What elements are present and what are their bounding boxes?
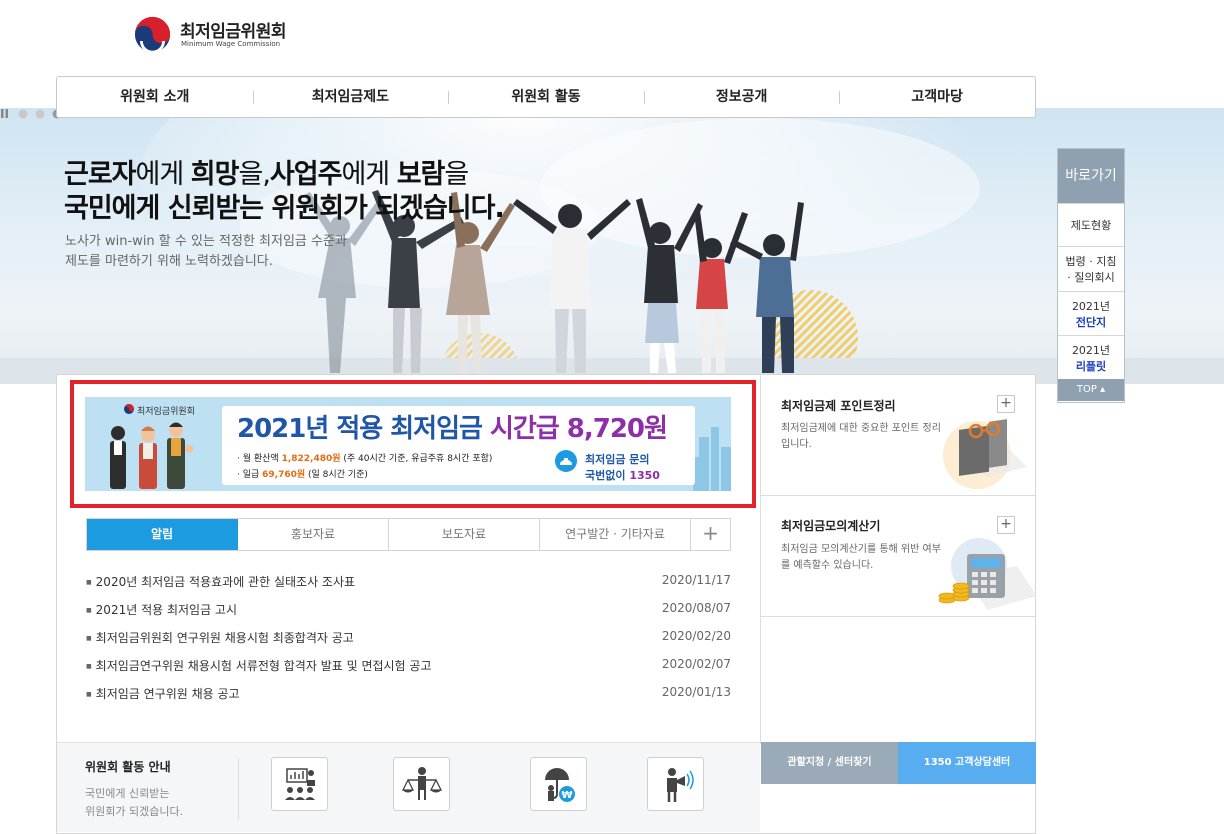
hero-slider: 근로자에게 희망을,사업주에게 보람을 국민에게 신뢰받는 위원회가 되겠습니다… <box>0 108 1224 384</box>
banner-card: 2021년 적용 최저임금 시간급 8,720원 · 월 환산액 1,822,4… <box>222 406 695 485</box>
quick-menu: 바로가기 제도현황 법령 · 지침 · 질의회시 2021년 전단지 2021년… <box>1057 148 1125 403</box>
list-item[interactable]: 최저임금연구위원 채용시험 서류전형 합격자 발표 및 면접시험 공고 2020… <box>86 657 731 677</box>
activity-guide-desc: 국민에게 신뢰받는 위원회가 되겠습니다. <box>85 785 183 821</box>
tab-promotion[interactable]: 홍보자료 <box>238 519 389 550</box>
notice-title[interactable]: 2020년 최저임금 적용효과에 관한 실태조사 조사표 <box>86 573 355 590</box>
quick-item-laws-label: 법령 · 지침 <box>1065 255 1117 268</box>
quick-item-laws-label2: · 질의회시 <box>1067 271 1115 284</box>
banner-inquiry-number: 국번없이 1350 <box>585 469 660 482</box>
hero-subtitle-line2: 제도를 마련하기 위해 노력하겠습니다. <box>65 254 273 269</box>
quick-item-laws[interactable]: 법령 · 지침 · 질의회시 <box>1058 246 1124 291</box>
announcement-button[interactable] <box>647 757 704 811</box>
activity-guide-band: 위원회 활동 안내 국민에게 신뢰받는 위원회가 되겠습니다. ₩ <box>57 742 760 832</box>
banner-title: 2021년 적용 최저임금 시간급 8,720원 <box>237 414 668 444</box>
tab-research[interactable]: 연구발간 · 기타자료 <box>540 519 691 550</box>
phone-icon <box>555 450 577 472</box>
banner-daily-line: · 일급 69,760원 (일 8시간 기준) <box>237 470 368 480</box>
slide-dot-1[interactable] <box>18 109 28 119</box>
quick-item-status-label: 제도현황 <box>1070 219 1112 232</box>
activity-guide-desc-line1: 국민에게 신뢰받는 <box>85 787 170 800</box>
side-separator <box>761 616 1035 617</box>
point-summary-desc: 최저임금제에 대한 중요한 포인트 정리입니다. <box>781 423 941 450</box>
svg-text:₩: ₩ <box>561 790 572 801</box>
caret-up-icon: ▴ <box>1100 384 1106 395</box>
quick-item-leaflet[interactable]: 2021년 리플릿 <box>1058 335 1124 379</box>
list-item[interactable]: 2020년 최저임금 적용효과에 관한 실태조사 조사표 2020/11/17 <box>86 573 731 593</box>
board-tabs: 알림 홍보자료 보도자료 연구발간 · 기타자료 + <box>86 518 731 551</box>
calculator-desc: 최저임금 모의계산기를 통해 위반 여부를 예측할수 있습니다. <box>781 544 941 571</box>
notice-date: 2020/01/13 <box>661 685 731 699</box>
notice-title[interactable]: 최저임금연구위원 채용시험 서류전형 합격자 발표 및 면접시험 공고 <box>86 657 432 674</box>
quick-item-flyer-year: 2021년 <box>1071 299 1111 313</box>
wage-protection-button[interactable]: ₩ <box>530 757 587 811</box>
notice-title[interactable]: 최저임금 연구위원 채용 공고 <box>86 685 240 702</box>
point-summary-plus-button[interactable]: + <box>997 395 1015 413</box>
call-center-button[interactable]: 1350 고객상담센터 <box>898 742 1036 784</box>
calculator-title[interactable]: 최저임금모의계산기 <box>781 517 880 534</box>
banner-logo: 최저임금위원회 <box>137 407 195 417</box>
point-summary-title[interactable]: 최저임금제 포인트정리 <box>781 397 896 414</box>
meeting-icon <box>285 768 315 800</box>
quick-item-status[interactable]: 제도현황 <box>1058 203 1124 246</box>
quick-item-leaflet-label: 리플릿 <box>1075 359 1107 373</box>
notice-date: 2020/02/20 <box>661 629 731 643</box>
activity-guide-title: 위원회 활동 안내 <box>85 760 171 774</box>
banner-monthly-line: · 월 환산액 1,822,480원 (주 40시간 기준, 유급주휴 8시간 … <box>237 454 493 464</box>
band-divider <box>238 758 239 820</box>
calculator-coins-icon <box>938 538 1037 610</box>
list-item[interactable]: 최저임금 연구위원 채용 공고 2020/01/13 <box>86 685 731 705</box>
notice-date: 2020/08/07 <box>661 601 731 615</box>
quick-menu-title: 바로가기 <box>1058 149 1124 203</box>
taegeuk-logo-icon <box>134 16 171 53</box>
logo-korean-name: 최저임금위원회 <box>180 22 286 42</box>
quick-item-flyer-label: 전단지 <box>1075 315 1107 329</box>
justice-button[interactable] <box>393 757 450 811</box>
quick-item-flyer[interactable]: 2021년 전단지 <box>1058 291 1124 335</box>
more-plus-icon[interactable]: + <box>691 519 730 550</box>
calculator-box[interactable]: 최저임금모의계산기 최저임금 모의계산기를 통해 위반 여부를 예측할수 있습니… <box>761 496 1037 616</box>
nav-item-about[interactable]: 위원회 소개 <box>57 77 253 117</box>
hero-subtitle: 노사가 win-win 할 수 있는 적정한 최저임금 수준과 제도를 마련하기… <box>65 232 385 272</box>
notice-title[interactable]: 최저임금위원회 연구위원 채용시험 최종합격자 공고 <box>86 629 354 646</box>
book-glasses-icon <box>943 419 1027 489</box>
megaphone-icon <box>667 768 694 802</box>
notice-date: 2020/02/07 <box>661 657 731 671</box>
scroll-top-button[interactable]: TOP ▴ <box>1058 379 1124 401</box>
list-item[interactable]: 최저임금위원회 연구위원 채용시험 최종합격자 공고 2020/02/20 <box>86 629 731 649</box>
banner-inquiry-label: 최저임금 문의 <box>585 453 650 466</box>
quick-item-leaflet-year: 2021년 <box>1071 343 1111 357</box>
site-logo[interactable]: 최저임금위원회 Minimum Wage Commission <box>134 15 294 55</box>
minimum-wage-banner[interactable]: 최저임금위원회 2021년 적용 최저임금 시간급 8,720원 · 월 환산액… <box>85 397 731 491</box>
notice-title[interactable]: 2021년 적용 최저임금 고시 <box>86 601 237 618</box>
logo-english-name: Minimum Wage Commission <box>181 40 281 48</box>
hero-subtitle-line1: 노사가 win-win 할 수 있는 적정한 최저임금 수준과 <box>65 234 347 249</box>
nav-item-system[interactable]: 최저임금제도 <box>252 77 449 117</box>
umbrella-won-icon: ₩ <box>545 768 575 802</box>
activity-guide-desc-line2: 위원회가 되겠습니다. <box>85 805 184 818</box>
pause-icon[interactable] <box>1 109 8 118</box>
nav-item-customer[interactable]: 고객마당 <box>839 77 1035 117</box>
main-navigation: 위원회 소개 최저임금제도 위원회 활동 정보공개 고객마당 <box>56 76 1036 118</box>
nav-item-disclosure[interactable]: 정보공개 <box>643 77 840 117</box>
list-item[interactable]: 2021년 적용 최저임금 고시 2020/08/07 <box>86 601 731 621</box>
calculator-plus-button[interactable]: + <box>997 516 1015 534</box>
scales-of-justice-icon <box>401 767 443 800</box>
slide-dot-2[interactable] <box>35 109 45 119</box>
nav-item-activities[interactable]: 위원회 활동 <box>448 77 644 117</box>
point-summary-box[interactable]: 최저임금제 포인트정리 최저임금제에 대한 중요한 포인트 정리입니다. + <box>761 375 1035 495</box>
scroll-top-label: TOP <box>1076 384 1097 395</box>
banner-logo-mark-icon <box>124 404 134 414</box>
notice-date: 2020/11/17 <box>661 573 731 587</box>
meeting-button[interactable] <box>271 757 328 811</box>
tab-press[interactable]: 보도자료 <box>389 519 540 550</box>
find-center-button[interactable]: 관할지청 / 센터찾기 <box>761 742 898 784</box>
worker-figures-icon <box>110 422 193 489</box>
hero-headline-line2: 국민에게 신뢰받는 위원회가 되겠습니다. <box>64 193 505 224</box>
tab-notice[interactable]: 알림 <box>87 519 238 550</box>
